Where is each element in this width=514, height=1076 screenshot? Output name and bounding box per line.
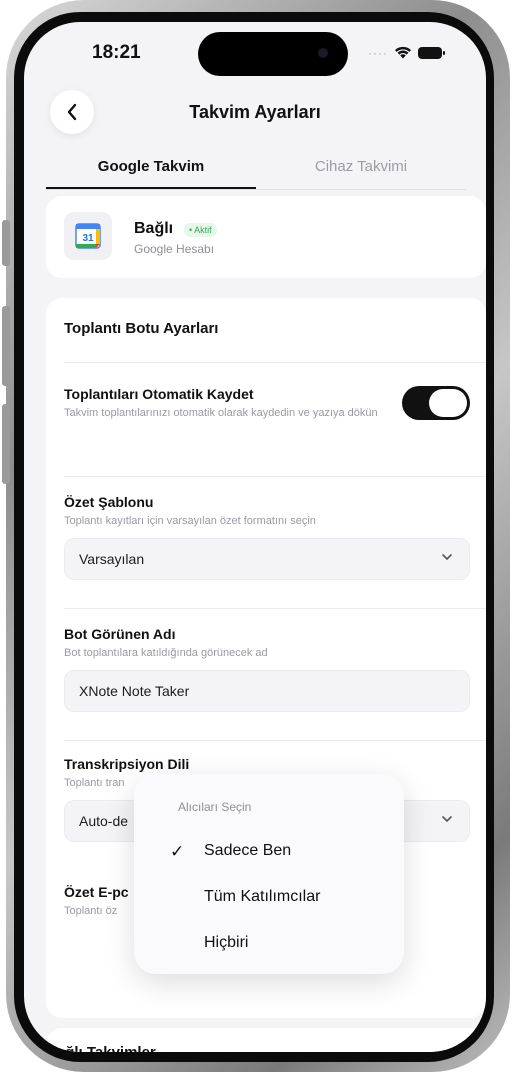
check-icon: ✓: [170, 842, 185, 861]
status-time: 18:21: [92, 42, 141, 63]
summary-template-select[interactable]: Varsayılan: [64, 538, 470, 580]
tab-device-calendar[interactable]: Cihaz Takvimi: [256, 146, 466, 189]
auto-record-toggle[interactable]: [402, 386, 470, 420]
summary-template-description: Toplantı kayıtları için varsayılan özet …: [64, 515, 316, 527]
menu-item-label: Hiçbiri: [204, 934, 249, 951]
summary-email-label: Özet E-pc: [64, 884, 129, 900]
wifi-icon: [395, 46, 411, 59]
menu-item-label: Sadece Ben: [204, 842, 292, 859]
mute-switch: [2, 220, 10, 266]
google-calendar-logo: 31: [64, 212, 112, 260]
summary-template-label: Özet Şablonu: [64, 494, 154, 510]
divider: [64, 476, 486, 477]
signal-icon: ····: [368, 45, 388, 60]
recipient-menu: Alıcıları Seçin ✓ Sadece Ben Tüm Katılım…: [134, 774, 404, 974]
account-status-label: Bağlı: [134, 220, 174, 237]
battery-icon: [418, 46, 445, 59]
google-calendar-icon: 31: [75, 223, 101, 249]
calendar-date-text: 31: [82, 233, 94, 244]
connected-calendars-title: Bağlı Takvimler: [46, 1044, 156, 1052]
calendar-tabs: Google Takvim Cihaz Takvimi: [46, 146, 466, 190]
chevron-down-icon: [442, 816, 452, 823]
transcription-language-label: Transkripsiyon Dili: [64, 756, 190, 772]
toggle-knob: [429, 389, 467, 417]
summary-template-value: Varsayılan: [79, 551, 145, 567]
auto-record-description: Takvim toplantılarınızı otomatik olarak …: [64, 407, 378, 419]
account-provider: Google Hesabı: [134, 242, 215, 256]
bot-name-input[interactable]: XNote Note Taker: [64, 670, 470, 712]
menu-item-none[interactable]: Hiçbiri: [134, 924, 404, 964]
menu-item-all-participants[interactable]: Tüm Katılımcılar: [134, 878, 404, 918]
transcription-language-value: Auto-de: [79, 813, 129, 829]
recipient-menu-title: Alıcıları Seçin: [178, 800, 252, 814]
status-badge: • Aktif: [184, 223, 217, 237]
divider: [64, 608, 486, 609]
menu-item-label: Tüm Katılımcılar: [204, 888, 321, 905]
menu-item-only-me[interactable]: ✓ Sadece Ben: [134, 832, 404, 872]
volume-up-button: [2, 306, 10, 386]
chevron-down-icon: [442, 554, 452, 561]
bot-name-label: Bot Görünen Adı: [64, 626, 176, 642]
nav-header: Takvim Ayarları: [24, 84, 486, 142]
bot-name-value: XNote Note Taker: [79, 683, 190, 699]
status-icons: ····: [368, 45, 445, 60]
page-title: Takvim Ayarları: [189, 102, 321, 122]
divider: [64, 362, 486, 363]
bot-name-description: Bot toplantılara katıldığında görünecek …: [64, 647, 268, 659]
camera-icon: [318, 48, 328, 58]
account-card: 31 Bağlı • Aktif Google Hesabı: [46, 196, 486, 278]
section-title: Toplantı Botu Ayarları: [64, 320, 219, 337]
screen: 18:21 ···· Takvim Ayarları Google Takvim…: [24, 22, 486, 1052]
connected-calendars-card: Bağlı Takvimler: [46, 1028, 486, 1052]
tab-google-calendar[interactable]: Google Takvim: [46, 146, 256, 189]
dynamic-island: [198, 32, 348, 76]
divider: [64, 740, 486, 741]
auto-record-label: Toplantıları Otomatik Kaydet: [64, 386, 254, 402]
volume-down-button: [2, 404, 10, 484]
